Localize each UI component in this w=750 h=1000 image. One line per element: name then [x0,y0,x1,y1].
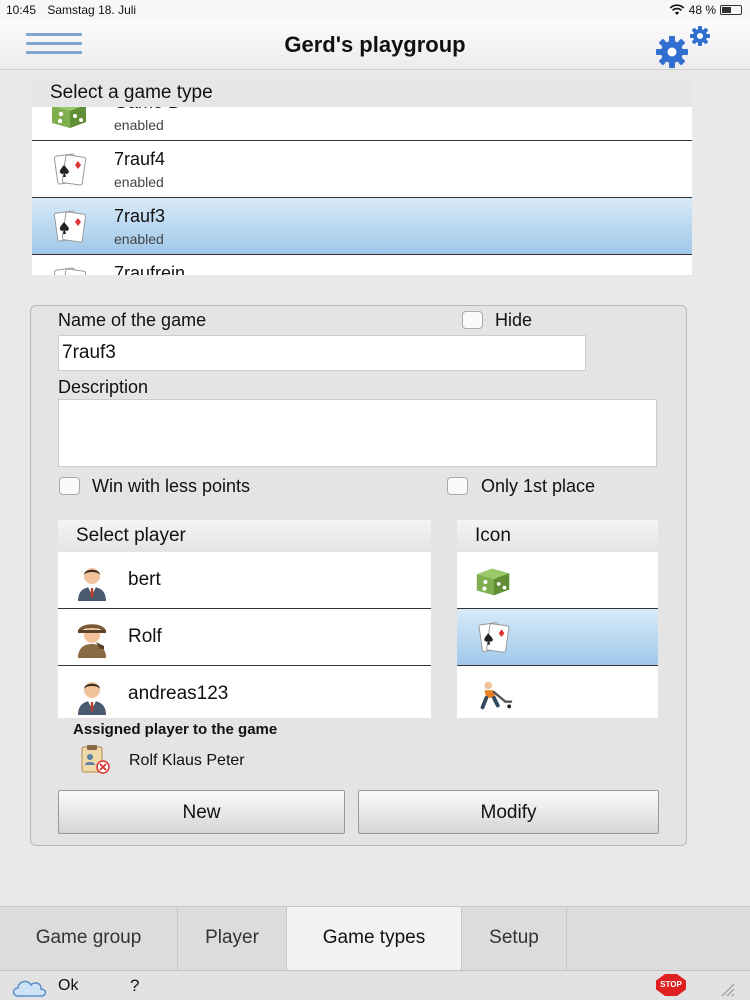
stop-button[interactable]: STOP [656,974,686,996]
playing-cards-icon [478,622,510,653]
detective-avatar-icon [78,624,106,658]
status-text: Ok [58,977,79,994]
player-name: bert [128,569,161,590]
game-name: 7rauf3 [114,206,166,226]
player-row-bert[interactable]: bert [58,552,431,609]
player-row-rolf[interactable]: Rolf [58,609,431,666]
page-title: Gerd's playgroup [284,32,466,57]
help-button[interactable]: ? [130,976,139,996]
only-first-place-checkbox[interactable] [447,477,468,495]
win-less-points-checkbox[interactable] [59,477,80,495]
playing-cards-icon [53,153,87,186]
game-name-input[interactable] [58,335,586,371]
hide-label: Hide [495,310,533,330]
wifi-icon [669,4,685,15]
tab-game-group[interactable]: Game group [0,907,177,971]
player-name: Rolf [128,626,162,647]
assigned-players-label: Assigned player to the game [73,721,278,738]
player-name: andreas123 [128,683,229,704]
status-date: Samstag 18. Juli [47,3,137,17]
assigned-players-value: Rolf Klaus Peter [129,752,245,769]
playing-cards-icon [53,210,87,243]
icon-option-playing-cards[interactable] [457,609,658,666]
game-name: 7raufrein [114,263,186,275]
new-button[interactable]: New [58,790,345,834]
game-details-panel: Name of the game Hide Description Win wi… [30,305,687,846]
game-type-list[interactable]: Game D enabled 7rauf4 enabled 7rauf3 ena… [32,85,692,275]
select-player-header: Select player [58,520,431,552]
clipboard-remove-icon[interactable] [79,744,111,774]
win-less-points-label: Win with less points [92,476,251,496]
bottom-status-bar: Ok ? STOP [0,970,750,1000]
only-first-place-label: Only 1st place [481,476,596,496]
businessman-avatar-icon [78,682,106,715]
game-name: 7rauf4 [114,149,166,169]
game-row-7raufrein[interactable]: 7raufrein [32,255,692,275]
battery-percent: 48 % [688,3,716,17]
playing-cards-icon [53,267,87,275]
settings-gear-icon[interactable] [654,24,716,68]
dice-icon [476,568,510,596]
name-label: Name of the game [58,310,207,330]
hockey-player-icon [480,681,513,710]
tab-game-types[interactable]: Game types [287,907,461,971]
status-bar: 10:45 Samstag 18. Juli 48 % [0,0,750,20]
icon-option-hockey[interactable] [457,666,658,718]
cloud-icon [12,980,47,997]
icon-option-dice[interactable] [457,552,658,609]
status-time: 10:45 [6,3,37,17]
icon-header: Icon [457,520,658,552]
tab-player[interactable]: Player [178,907,286,971]
game-status: enabled [114,231,164,247]
tab-setup[interactable]: Setup [462,907,566,971]
player-row-andreas123[interactable]: andreas123 [58,666,431,718]
game-row-7rauf3[interactable]: 7rauf3 enabled [32,198,692,255]
nav-bar: Gerd's playgroup [0,20,750,70]
hide-checkbox[interactable] [462,311,483,329]
battery-icon [720,5,742,15]
businessman-avatar-icon [78,568,106,601]
game-row-7rauf4[interactable]: 7rauf4 enabled [32,141,692,198]
game-status: enabled [114,117,164,133]
description-label: Description [58,377,149,397]
tab-bar: Game group Player Game types Setup [0,906,750,971]
resize-handle-icon[interactable] [718,981,736,997]
description-input[interactable] [58,399,657,467]
modify-button[interactable]: Modify [358,790,659,834]
game-status: enabled [114,174,164,190]
game-list-header: Select a game type [32,79,692,107]
